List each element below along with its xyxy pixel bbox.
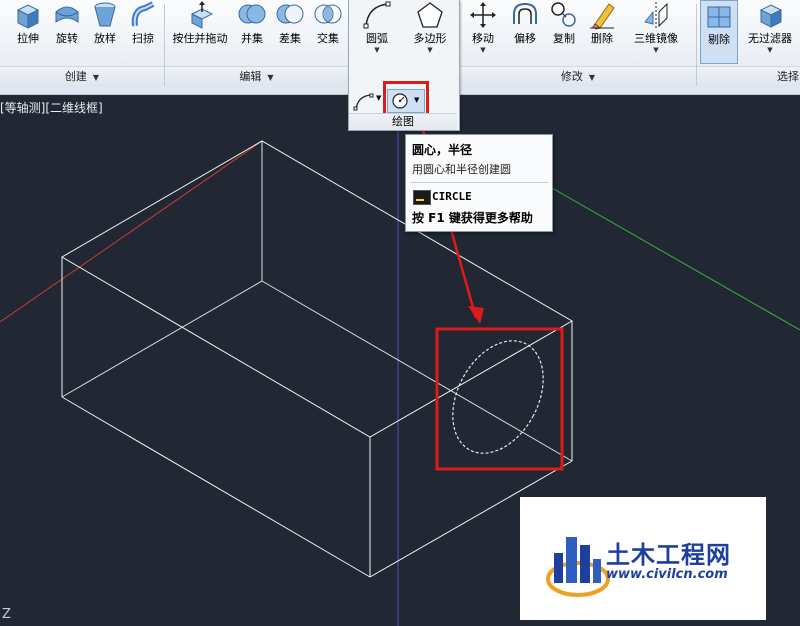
panel-modify: 移动 ▼ 偏移 复制 删除 三维镜像 ▼ 修改 ▼ (460, 0, 696, 94)
move-label: 移动 (472, 32, 494, 45)
polygon-button[interactable]: 多边形 ▼ (405, 0, 455, 54)
move-button[interactable]: 移动 ▼ (464, 0, 502, 54)
viewport-controls-label[interactable]: [等轴测][二维线框] (0, 99, 103, 116)
chevron-down-icon: ▼ (767, 46, 773, 54)
axis-y-line (551, 187, 800, 331)
panel-edit-title[interactable]: 编辑 ▼ (165, 66, 348, 87)
presspull-button[interactable]: 按住并拖动 (167, 0, 233, 50)
offset-icon (513, 2, 537, 24)
erase-icon (590, 3, 615, 30)
mirror3d-button[interactable]: 三维镜像 ▼ (626, 0, 686, 54)
pointer-arrowhead (468, 306, 484, 324)
polygon-label: 多边形 (413, 32, 447, 45)
circle-preview (452, 340, 544, 454)
watermark-logo: 土木工程网 www.civilcn.com (520, 497, 766, 620)
polygon-icon (417, 2, 443, 28)
watermark-title: 土木工程网 (606, 541, 731, 569)
intersect-button[interactable]: 交集 (309, 0, 347, 50)
command-line-icon (413, 190, 431, 205)
union-icon (238, 4, 266, 24)
subtract-icon (276, 4, 304, 24)
union-button[interactable]: 并集 (233, 0, 271, 50)
axis-x-line (0, 140, 263, 323)
tooltip-description: 用圆心和半径创建圆 (412, 163, 511, 176)
no-filter-label: 无过滤器 (748, 32, 792, 45)
copy-button[interactable]: 复制 (545, 0, 583, 50)
presspull-icon (190, 1, 214, 29)
intersect-icon (314, 4, 342, 24)
chevron-down-icon: ▼ (588, 73, 596, 82)
cull-label: 剔除 (708, 33, 730, 46)
watermark-url: www.civilcn.com (606, 567, 728, 582)
ucs-axis-label: Z (2, 607, 11, 622)
loft-button[interactable]: 放样 (86, 0, 124, 50)
sweep-icon (131, 1, 155, 27)
panel-create: 拉伸 旋转 放样 扫掠 创建 ▼ (0, 0, 164, 94)
copy-icon (551, 2, 576, 27)
extrude-label: 拉伸 (17, 32, 39, 45)
panel-select: 剔除 无过滤器 ▼ 选择 (697, 0, 800, 94)
cull-button[interactable]: 剔除 (700, 0, 738, 64)
highlight-box-circle (435, 327, 564, 471)
mirror3d-label: 三维镜像 (634, 32, 678, 45)
panel-draw-title[interactable]: 绘图 (349, 113, 457, 130)
sweep-button[interactable]: 扫掠 (124, 0, 162, 50)
move-icon (470, 2, 496, 28)
chevron-down-icon: ▼ (427, 46, 433, 54)
arc-icon (363, 1, 391, 29)
chevron-down-icon: ▼ (653, 46, 659, 54)
offset-label: 偏移 (514, 32, 536, 45)
subtract-button[interactable]: 差集 (271, 0, 309, 50)
chevron-down-icon: ▼ (374, 46, 380, 54)
chevron-down-icon: ▼ (267, 73, 274, 82)
revolve-label: 旋转 (56, 32, 78, 45)
tooltip-title: 圆心，半径 (412, 143, 473, 157)
no-filter-button[interactable]: 无过滤器 ▼ (741, 0, 799, 54)
spline-dropdown[interactable]: ▼ (376, 94, 381, 102)
erase-button[interactable]: 删除 (583, 0, 621, 50)
arc-button[interactable]: 圆弧 ▼ (353, 0, 401, 54)
mirror3d-icon (644, 2, 668, 28)
intersect-label: 交集 (317, 32, 339, 45)
extrude-icon (16, 4, 40, 29)
no-filter-icon (759, 4, 783, 28)
spline-icon (353, 93, 374, 111)
spline-button[interactable] (353, 92, 375, 112)
panel-edit: 按住并拖动 并集 差集 交集 编辑 ▼ (165, 0, 348, 94)
revolve-icon (55, 6, 79, 23)
cull-icon (707, 6, 731, 28)
loft-label: 放样 (94, 32, 116, 45)
revolve-button[interactable]: 旋转 (48, 0, 86, 50)
offset-button[interactable]: 偏移 (506, 0, 544, 50)
tooltip-divider (410, 182, 548, 183)
panel-select-title[interactable]: 选择 (697, 66, 800, 87)
union-label: 并集 (241, 32, 263, 45)
panel-modify-title[interactable]: 修改 ▼ (460, 66, 696, 87)
chevron-down-icon: ▼ (92, 73, 100, 82)
tooltip-command: CIRCLE (432, 190, 472, 203)
extrude-button[interactable]: 拉伸 (8, 0, 48, 50)
copy-label: 复制 (553, 32, 575, 45)
presspull-label: 按住并拖动 (172, 32, 228, 45)
erase-label: 删除 (591, 32, 613, 45)
subtract-label: 差集 (279, 32, 301, 45)
draw-panel-flyout: 圆弧 ▼ 多边形 ▼ ▼ ▼ ⊐ 绘图 (348, 0, 460, 131)
tooltip-help: 按 F1 键获得更多帮助 (412, 211, 533, 225)
panel-create-title[interactable]: 创建 ▼ (0, 66, 164, 87)
loft-icon (94, 2, 116, 27)
sweep-label: 扫掠 (132, 32, 154, 45)
tooltip-circle: 圆心，半径 用圆心和半径创建圆 CIRCLE 按 F1 键获得更多帮助 (405, 134, 553, 232)
arc-label: 圆弧 (366, 32, 388, 45)
chevron-down-icon: ▼ (480, 46, 486, 54)
